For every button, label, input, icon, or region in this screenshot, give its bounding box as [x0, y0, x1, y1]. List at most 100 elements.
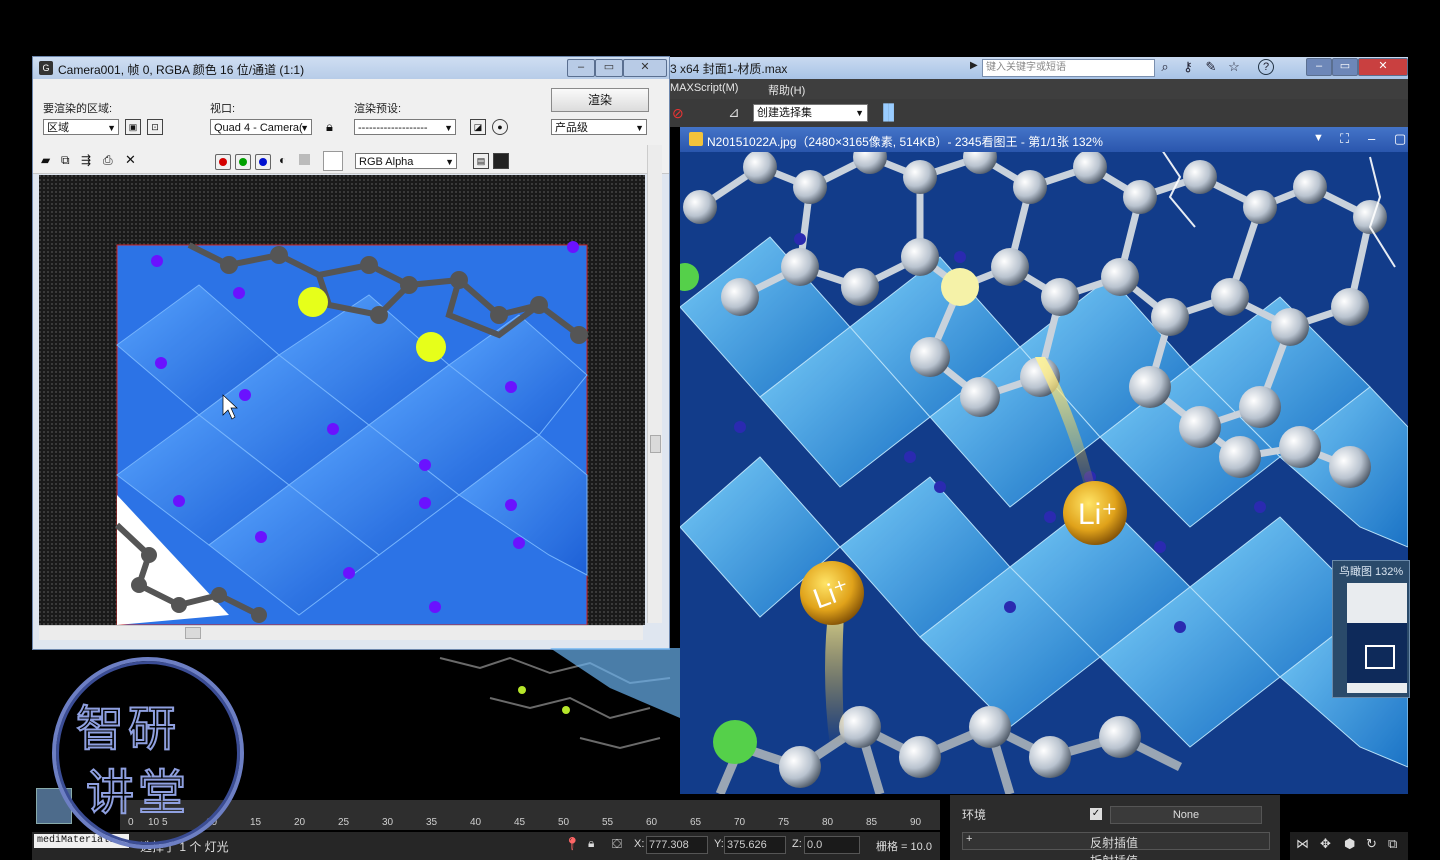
navigator-viewport-rect[interactable]: [1365, 645, 1395, 669]
viewer-window-title: N20151022A.jpg（2480×3165像素, 514KB）- 2345…: [707, 135, 1103, 149]
scroll-thumb[interactable]: [650, 435, 661, 453]
zoom-extents-icon[interactable]: ⋈: [1296, 836, 1309, 852]
chevron-down-icon: ▼: [444, 123, 453, 133]
orbit-icon[interactable]: ⬢: [1344, 836, 1355, 852]
toggle-ui-icon[interactable]: [493, 153, 509, 169]
timeline-tick-label: 40: [470, 817, 482, 828]
horizontal-scrollbar[interactable]: [39, 625, 643, 640]
grid-size-readout: 栅格 = 10.0: [876, 841, 932, 853]
scroll-thumb[interactable]: [185, 627, 201, 639]
selection-lock-icon[interactable]: 🔒︎: [588, 836, 594, 851]
snap-icon[interactable]: ⊘: [672, 105, 684, 122]
rollout-plus-icon: +: [966, 833, 973, 845]
render-setup-icon[interactable]: ◪: [470, 119, 486, 135]
copy-image-icon[interactable]: ⧉: [61, 153, 70, 168]
chevron-down-icon: ▼: [107, 123, 116, 133]
navigator-thumbnail: [1347, 583, 1407, 693]
channel-value: RGB Alpha: [359, 156, 414, 168]
dropdown-arrow-icon[interactable]: ▶: [970, 60, 978, 71]
timeline-tick-label: 15: [250, 817, 262, 828]
rotate-icon[interactable]: ↻: [1366, 836, 1377, 852]
save-image-icon[interactable]: ▰: [41, 153, 50, 167]
x-coordinate-field[interactable]: 777.308: [646, 836, 708, 854]
environment-label: 环境: [962, 808, 987, 822]
x-label: X:: [634, 838, 645, 850]
search-input[interactable]: 键入关键字或短语: [982, 59, 1155, 77]
close-button[interactable]: ✕: [1358, 58, 1408, 76]
y-coordinate-field[interactable]: 375.626: [724, 836, 786, 854]
auto-region-icon[interactable]: ⊡: [147, 119, 163, 135]
chevron-down-icon: ▼: [855, 108, 864, 118]
render-minimize-button[interactable]: –: [567, 59, 595, 77]
timeline-tick-label: 45: [514, 817, 526, 828]
pan-icon[interactable]: ✥: [1320, 836, 1331, 852]
timeline-tick-label: 25: [338, 817, 350, 828]
render-maximize-button[interactable]: ▭: [595, 59, 623, 77]
z-label: Z:: [792, 838, 802, 850]
quality-dropdown[interactable]: 产品级 ▼: [551, 119, 647, 135]
green-channel-toggle[interactable]: [235, 154, 251, 170]
viewer-app-icon: [689, 132, 703, 146]
chevron-down-icon: ▼: [635, 123, 644, 133]
vertical-scrollbar[interactable]: [647, 145, 662, 623]
environment-checkbox[interactable]: ✓: [1090, 808, 1102, 820]
lock-icon[interactable]: 🔒︎: [326, 119, 333, 135]
color-swatch[interactable]: [323, 151, 343, 171]
clear-icon[interactable]: ✕: [125, 152, 136, 168]
pin-icon[interactable]: 📍︎: [564, 836, 581, 852]
clone-frame-icon[interactable]: ⇶: [81, 153, 91, 167]
timeline-tick-label: 35: [426, 817, 438, 828]
viewport-value: Quad 4 - Camera(: [214, 122, 303, 134]
fullscreen-icon[interactable]: ⛶: [1340, 131, 1349, 147]
maximize-button[interactable]: ▭: [1332, 58, 1358, 76]
environment-map-button[interactable]: None: [1110, 806, 1262, 824]
environment-icon[interactable]: ●: [492, 119, 508, 135]
red-channel-toggle[interactable]: [215, 154, 231, 170]
navigator-title: 鸟瞰图 132%: [1339, 566, 1404, 578]
toggle-ui-overlay-icon[interactable]: ▤: [473, 153, 489, 169]
area-value: 区域: [47, 122, 69, 134]
viewport-label: 视口:: [210, 103, 236, 115]
render-button[interactable]: 渲染: [551, 88, 649, 112]
blue-channel-toggle[interactable]: [255, 154, 271, 170]
minimize-button[interactable]: –: [1306, 58, 1332, 76]
key-icon[interactable]: ⚷: [1180, 59, 1196, 75]
z-coordinate-field[interactable]: 0.0: [804, 836, 860, 854]
rendered-crystal-image: [39, 175, 645, 625]
alpha-channel-icon[interactable]: ◐: [279, 153, 286, 167]
binoculars-icon[interactable]: ⌕: [1157, 59, 1173, 75]
timeline-tick-label: 50: [558, 817, 570, 828]
maximize-viewport-icon[interactable]: ⧉: [1388, 836, 1397, 852]
print-icon[interactable]: ⎙: [103, 153, 113, 168]
render-image-canvas: [39, 175, 645, 625]
chevron-down-icon[interactable]: ▼: [1313, 132, 1324, 144]
watermark-seal: 智研 讲堂: [52, 657, 244, 849]
mirror-icon[interactable]: ⊿: [728, 104, 740, 121]
preset-value: -------------------: [358, 122, 428, 134]
bird-eye-navigator[interactable]: 鸟瞰图 132%: [1332, 560, 1410, 698]
preset-dropdown[interactable]: ------------------- ▼: [354, 119, 456, 135]
align-icon[interactable]: ▐▌: [878, 104, 899, 121]
timeline-tick-label: 90: [910, 817, 922, 828]
selection-set-dropdown[interactable]: 创建选择集 ▼: [753, 104, 868, 122]
minimize-icon[interactable]: –: [1368, 131, 1375, 146]
help-icon[interactable]: ?: [1258, 59, 1274, 75]
render-close-button[interactable]: ✕: [623, 59, 667, 77]
area-dropdown[interactable]: 区域 ▼: [43, 119, 119, 135]
maximize-icon[interactable]: ▢: [1394, 131, 1406, 147]
menu-maxscript[interactable]: MAXScript(M): [670, 82, 738, 94]
viewport-dropdown[interactable]: Quad 4 - Camera(▼: [210, 119, 312, 135]
render-frame-window: G Camera001, 帧 0, RGBA 颜色 16 位/通道 (1:1) …: [32, 56, 670, 650]
channel-dropdown[interactable]: RGB Alpha ▼: [355, 153, 457, 169]
absolute-mode-icon[interactable]: ⛋: [612, 836, 622, 852]
monochrome-icon[interactable]: [299, 154, 310, 165]
edit-region-icon[interactable]: ▣: [125, 119, 141, 135]
favorites-star-icon[interactable]: ☆: [1226, 59, 1242, 75]
timeline-track[interactable]: [120, 800, 940, 830]
menu-help[interactable]: 帮助(H): [768, 82, 805, 98]
app-icon: G: [39, 61, 53, 75]
watermark-line-1: 智研: [75, 700, 181, 758]
communication-icon[interactable]: ✎: [1203, 59, 1219, 75]
chevron-down-icon: ▼: [300, 123, 309, 133]
selection-set-value: 创建选择集: [757, 107, 812, 119]
